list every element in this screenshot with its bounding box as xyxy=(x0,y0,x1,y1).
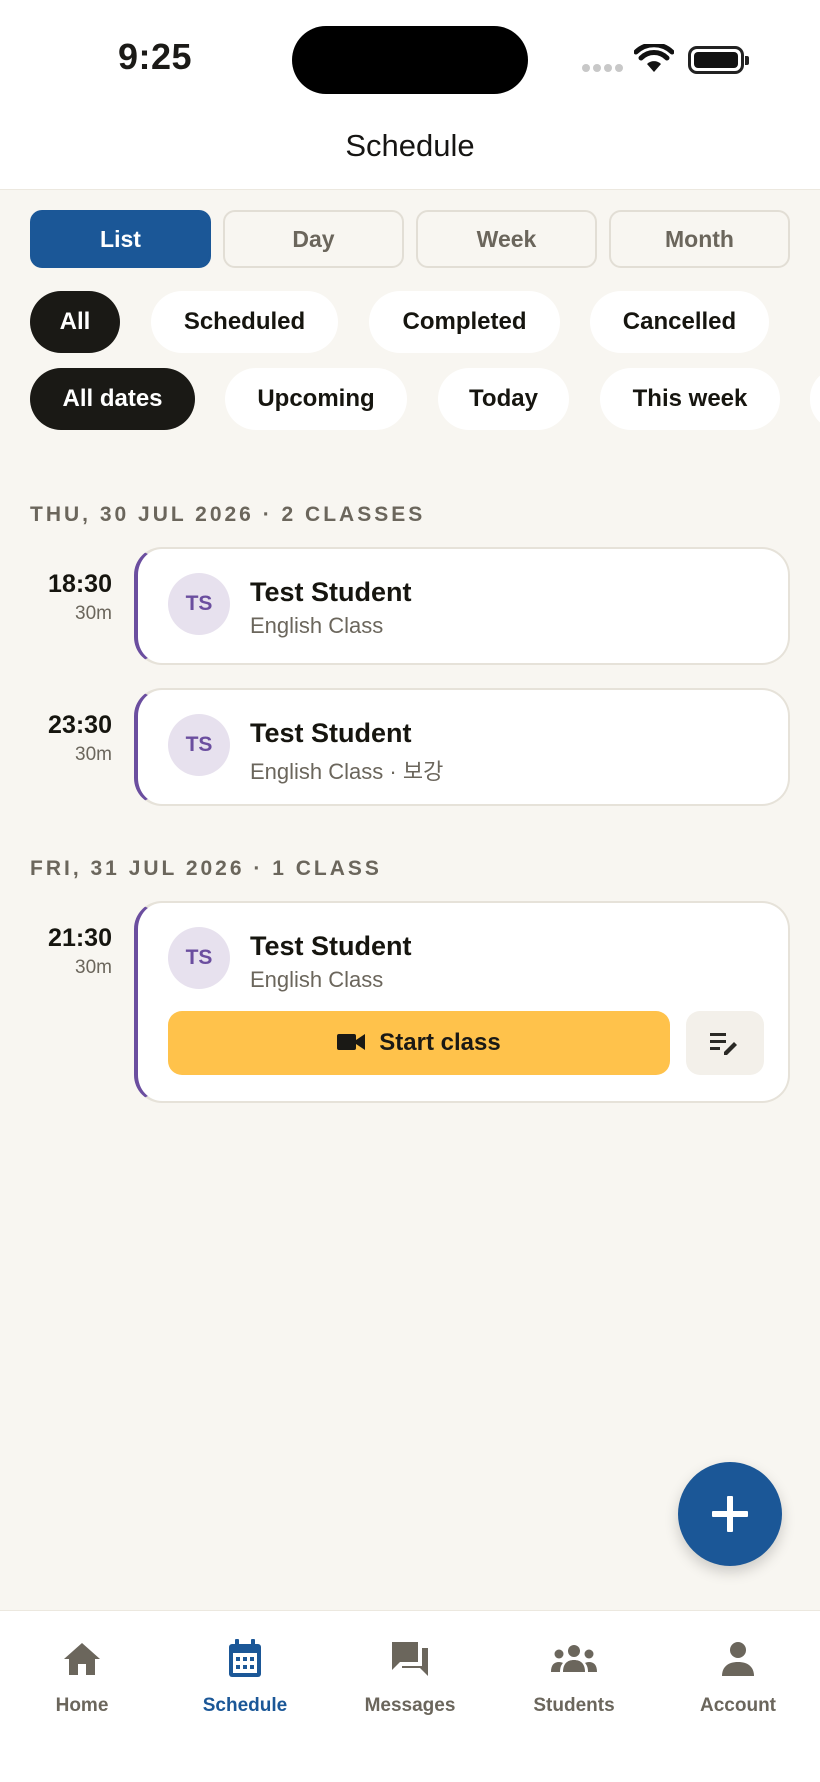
nav-schedule[interactable]: Schedule xyxy=(165,1637,325,1717)
battery-icon xyxy=(688,46,749,74)
filter-upcoming[interactable]: Upcoming xyxy=(225,368,407,430)
filter-today[interactable]: Today xyxy=(438,368,569,430)
home-icon xyxy=(64,1643,100,1675)
tab-month[interactable]: Month xyxy=(609,210,790,268)
edit-notes-button[interactable] xyxy=(686,1011,764,1075)
bottom-nav: Home Schedule Messages Students Account xyxy=(0,1610,820,1782)
nav-label: Account xyxy=(700,1695,776,1716)
class-duration: 30m xyxy=(75,744,112,765)
student-name: Test Student xyxy=(250,718,412,748)
status-filter-row: All Scheduled Completed Cancelled xyxy=(0,291,820,355)
filter-all[interactable]: All xyxy=(30,291,120,353)
class-subtitle: English Class xyxy=(250,613,384,638)
class-card[interactable]: TS Test Student English Class Start clas… xyxy=(134,901,790,1103)
filter-all-dates[interactable]: All dates xyxy=(30,368,195,430)
tab-list[interactable]: List xyxy=(30,210,211,268)
date-section-header: FRI, 31 JUL 2026 · 1 CLASS xyxy=(30,857,382,880)
start-class-button[interactable]: Start class xyxy=(168,1011,670,1075)
chat-icon xyxy=(392,1642,428,1676)
filter-scheduled[interactable]: Scheduled xyxy=(151,291,338,353)
cellular-signal-icon xyxy=(582,64,624,72)
filter-more-chip[interactable] xyxy=(810,368,820,430)
tab-day[interactable]: Day xyxy=(223,210,404,268)
class-duration: 30m xyxy=(75,957,112,978)
video-camera-icon xyxy=(337,1033,366,1050)
date-section-header: THU, 30 JUL 2026 · 2 CLASSES xyxy=(30,503,426,526)
app-header: Schedule xyxy=(0,110,820,190)
nav-label: Home xyxy=(55,1695,109,1716)
filter-this-week[interactable]: This week xyxy=(600,368,780,430)
class-card[interactable]: TS Test Student English Class xyxy=(134,547,790,665)
class-time: 21:30 30m xyxy=(20,924,112,979)
avatar: TS xyxy=(168,573,230,635)
filter-completed[interactable]: Completed xyxy=(369,291,560,353)
start-class-label: Start class xyxy=(379,1029,501,1056)
class-start-time: 18:30 xyxy=(48,570,112,598)
nav-label: Students xyxy=(533,1695,615,1716)
class-time: 23:30 30m xyxy=(20,711,112,766)
add-class-button[interactable] xyxy=(678,1462,782,1566)
plus-icon xyxy=(712,1496,748,1532)
student-name: Test Student xyxy=(250,931,412,961)
class-subtitle: English Class · 보강 xyxy=(250,759,444,784)
person-icon xyxy=(722,1642,754,1676)
nav-label: Messages xyxy=(364,1695,456,1716)
filter-cancelled[interactable]: Cancelled xyxy=(590,291,769,353)
nav-account[interactable]: Account xyxy=(658,1637,818,1717)
nav-students[interactable]: Students xyxy=(494,1637,654,1717)
nav-home[interactable]: Home xyxy=(2,1637,162,1717)
class-start-time: 23:30 xyxy=(48,711,112,739)
group-icon xyxy=(551,1645,597,1672)
status-bar: 9:25 xyxy=(0,0,820,110)
avatar: TS xyxy=(168,927,230,989)
tab-week[interactable]: Week xyxy=(416,210,597,268)
avatar: TS xyxy=(168,714,230,776)
calendar-icon xyxy=(229,1639,261,1677)
class-time: 18:30 30m xyxy=(20,570,112,625)
nav-messages[interactable]: Messages xyxy=(330,1637,490,1717)
nav-label: Schedule xyxy=(202,1695,288,1716)
date-filter-row: All dates Upcoming Today This week xyxy=(0,368,820,432)
class-duration: 30m xyxy=(75,603,112,624)
status-time: 9:25 xyxy=(118,36,193,77)
view-tabs: List Day Week Month xyxy=(30,210,790,268)
dynamic-island xyxy=(292,26,528,94)
class-subtitle: English Class xyxy=(250,967,384,992)
class-start-time: 21:30 xyxy=(48,924,112,952)
page-title: Schedule xyxy=(345,128,475,163)
student-name: Test Student xyxy=(250,577,412,607)
wifi-icon xyxy=(634,44,674,72)
edit-notes-icon xyxy=(710,1033,737,1055)
class-card[interactable]: TS Test Student English Class · 보강 xyxy=(134,688,790,806)
